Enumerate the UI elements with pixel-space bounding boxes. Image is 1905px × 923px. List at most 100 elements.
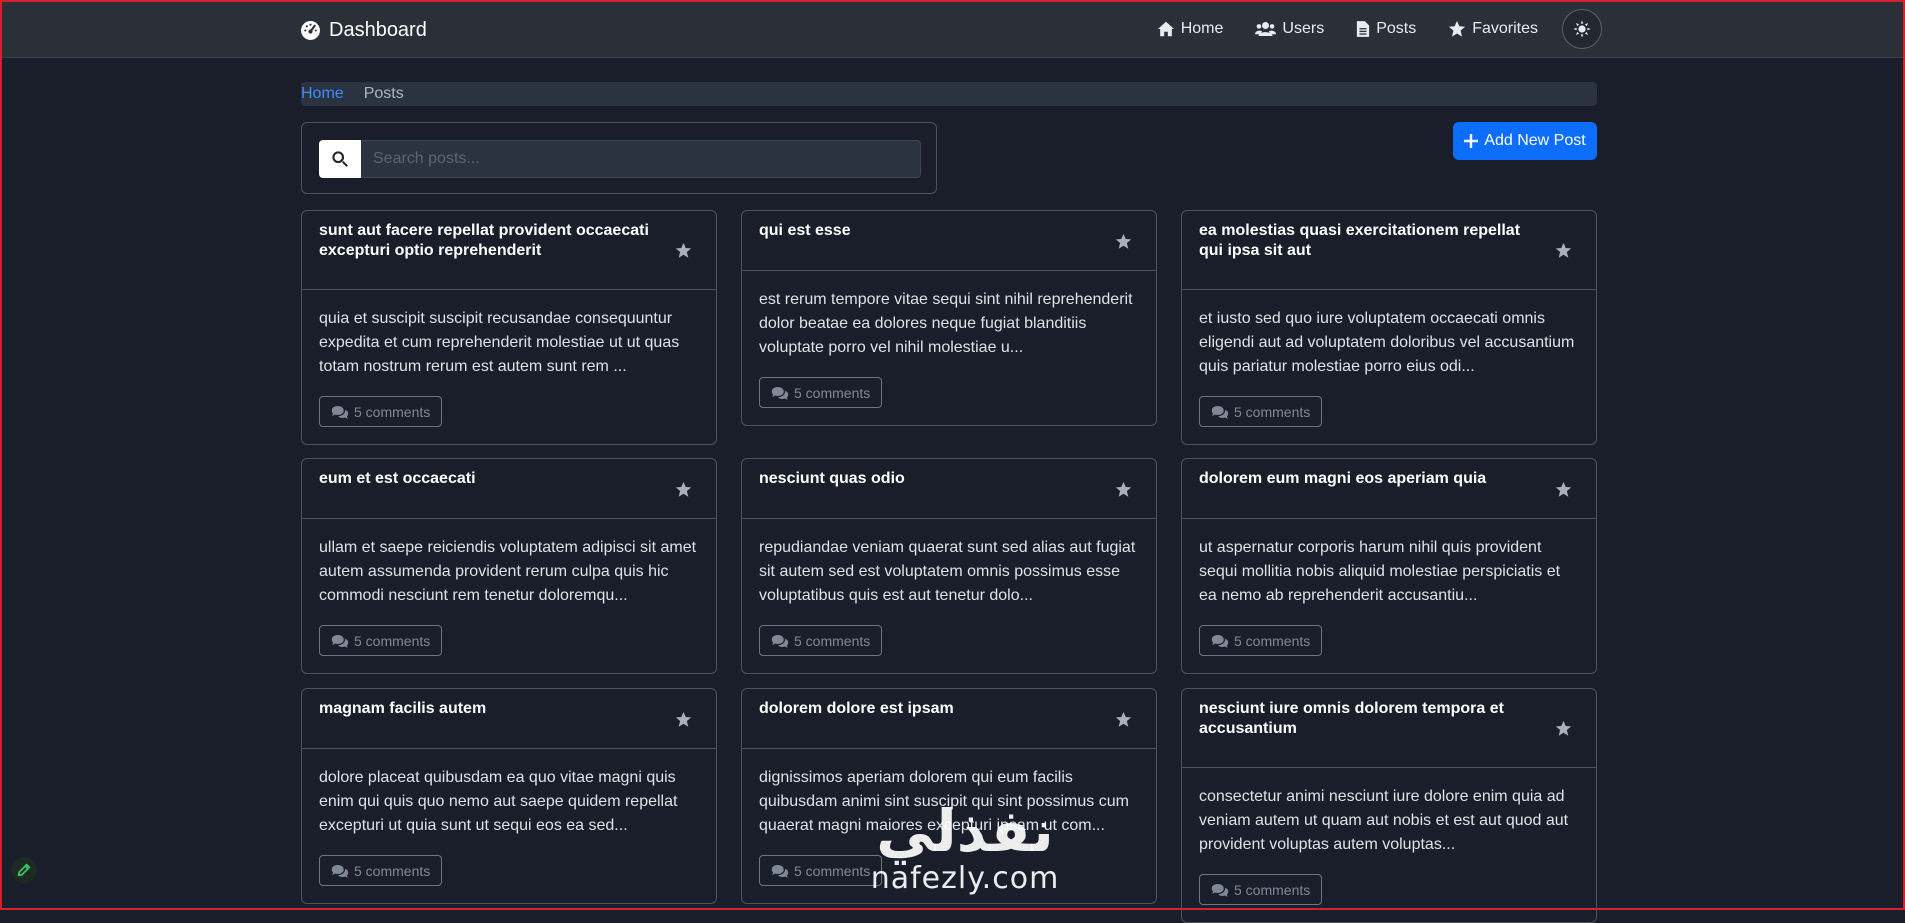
search-group [319,140,921,178]
post-title: sunt aut facere repellat provident occae… [319,222,649,259]
star-icon [1115,233,1132,249]
star-icon [1555,720,1572,736]
search-icon [332,151,348,167]
post-body: consectetur animi nesciunt iure dolore e… [1199,788,1569,853]
breadcrumb-home-link[interactable]: Home [301,85,344,103]
post-title: dolorem dolore est ipsam [759,700,954,717]
comments-icon [1211,405,1229,419]
favorite-toggle[interactable] [1555,720,1572,737]
users-icon [1255,22,1277,36]
comments-button[interactable]: 5 comments [319,855,443,886]
nav-users-label: Users [1282,20,1325,37]
comments-count: 5 comments [794,862,871,879]
post-card: sunt aut facere repellat provident occae… [301,210,717,445]
post-title: nesciunt quas odio [759,470,905,487]
comments-icon [771,386,789,400]
brand-link[interactable]: Dashboard [300,17,427,43]
star-icon [675,242,692,258]
favorite-toggle[interactable] [1115,711,1132,728]
post-title: ea molestias quasi exercitationem repell… [1199,222,1521,259]
post-title: magnam facilis autem [319,700,487,717]
edit-floating-button[interactable] [11,857,37,883]
nav-users-link[interactable]: Users [1255,20,1324,38]
comments-icon [1211,883,1229,897]
favorite-toggle[interactable] [1115,481,1132,498]
post-card: nesciunt quas odio repudiandae veniam qu… [741,458,1157,674]
star-icon [1115,711,1132,727]
post-body: dolore placeat quibusdam ea quo vitae ma… [319,769,678,834]
post-body: ullam et saepe reiciendis voluptatem adi… [319,539,697,604]
nav-posts-link[interactable]: Posts [1356,20,1416,38]
nav-favorites-link[interactable]: Favorites [1448,20,1538,38]
nav-home-link[interactable]: Home [1157,20,1223,38]
comments-button[interactable]: 5 comments [319,396,443,427]
post-title: nesciunt iure omnis dolorem tempora et a… [1199,700,1504,737]
breadcrumb-current: Posts [363,85,404,102]
post-title: eum et est occaecati [319,470,476,487]
post-body: dignissimos aperiam dolorem qui eum faci… [759,769,1129,834]
favorite-toggle[interactable] [675,481,692,498]
comments-icon [331,634,349,648]
favorite-toggle[interactable] [1115,233,1132,250]
post-card: ea molestias quasi exercitationem repell… [1181,210,1597,445]
post-card-header: magnam facilis autem [302,689,716,749]
comments-button[interactable]: 5 comments [319,625,443,656]
favorite-toggle[interactable] [675,242,692,259]
post-card-header: eum et est occaecati [302,459,716,519]
post-card-body: repudiandae veniam quaerat sunt sed alia… [742,519,1156,673]
add-new-post-label: Add New Post [1484,132,1586,149]
comments-count: 5 comments [794,632,871,649]
comments-button[interactable]: 5 comments [1199,874,1323,905]
post-card: qui est esse est rerum tempore vitae seq… [741,210,1157,426]
comments-icon [1211,634,1229,648]
post-card-body: ullam et saepe reiciendis voluptatem adi… [302,519,716,673]
post-body: repudiandae veniam quaerat sunt sed alia… [759,539,1136,604]
favorite-toggle[interactable] [1555,242,1572,259]
post-card-body: dolore placeat quibusdam ea quo vitae ma… [302,749,716,903]
comments-count: 5 comments [1234,403,1311,420]
post-card: nesciunt iure omnis dolorem tempora et a… [1181,688,1597,923]
navbar: Dashboard Home Users Posts Favorites [0,0,1905,58]
favorite-toggle[interactable] [675,711,692,728]
comments-button[interactable]: 5 comments [1199,396,1323,427]
add-new-post-button[interactable]: Add New Post [1453,122,1597,160]
comments-count: 5 comments [1234,881,1311,898]
theme-toggle-button[interactable] [1562,9,1602,49]
star-icon [1449,20,1466,37]
post-card: dolorem dolore est ipsam dignissimos ape… [741,688,1157,904]
star-icon [675,711,692,727]
post-title: dolorem eum magni eos aperiam quia [1199,470,1487,487]
comments-count: 5 comments [354,632,431,649]
comments-icon [331,405,349,419]
comments-icon [771,864,789,878]
post-card-body: dignissimos aperiam dolorem qui eum faci… [742,749,1156,903]
comments-button[interactable]: 5 comments [759,625,883,656]
post-card-body: est rerum tempore vitae sequi sint nihil… [742,271,1156,425]
post-card-header: dolorem eum magni eos aperiam quia [1182,459,1596,519]
dashboard-gauge-icon [301,20,320,40]
post-body: est rerum tempore vitae sequi sint nihil… [759,291,1133,356]
star-icon [1115,481,1132,497]
comments-icon [331,864,349,878]
file-icon [1357,21,1370,37]
search-input[interactable] [361,140,921,178]
post-body: quia et suscipit suscipit recusandae con… [319,310,680,375]
comments-icon [771,634,789,648]
comments-count: 5 comments [354,403,431,420]
post-card-header: nesciunt quas odio [742,459,1156,519]
comments-button[interactable]: 5 comments [759,855,883,886]
comments-count: 5 comments [354,862,431,879]
favorite-toggle[interactable] [1555,481,1572,498]
sun-icon [1573,20,1591,38]
post-card-body: consectetur animi nesciunt iure dolore e… [1182,768,1596,922]
star-icon [1555,481,1572,497]
brand-title: Dashboard [329,18,427,41]
comments-button[interactable]: 5 comments [1199,625,1323,656]
post-body: ut aspernatur corporis harum nihil quis … [1199,539,1561,604]
post-card-header: qui est esse [742,211,1156,271]
search-button[interactable] [319,140,361,178]
pencil-icon [17,863,31,877]
comments-count: 5 comments [794,384,871,401]
post-card-body: ut aspernatur corporis harum nihil quis … [1182,519,1596,673]
comments-button[interactable]: 5 comments [759,377,883,408]
